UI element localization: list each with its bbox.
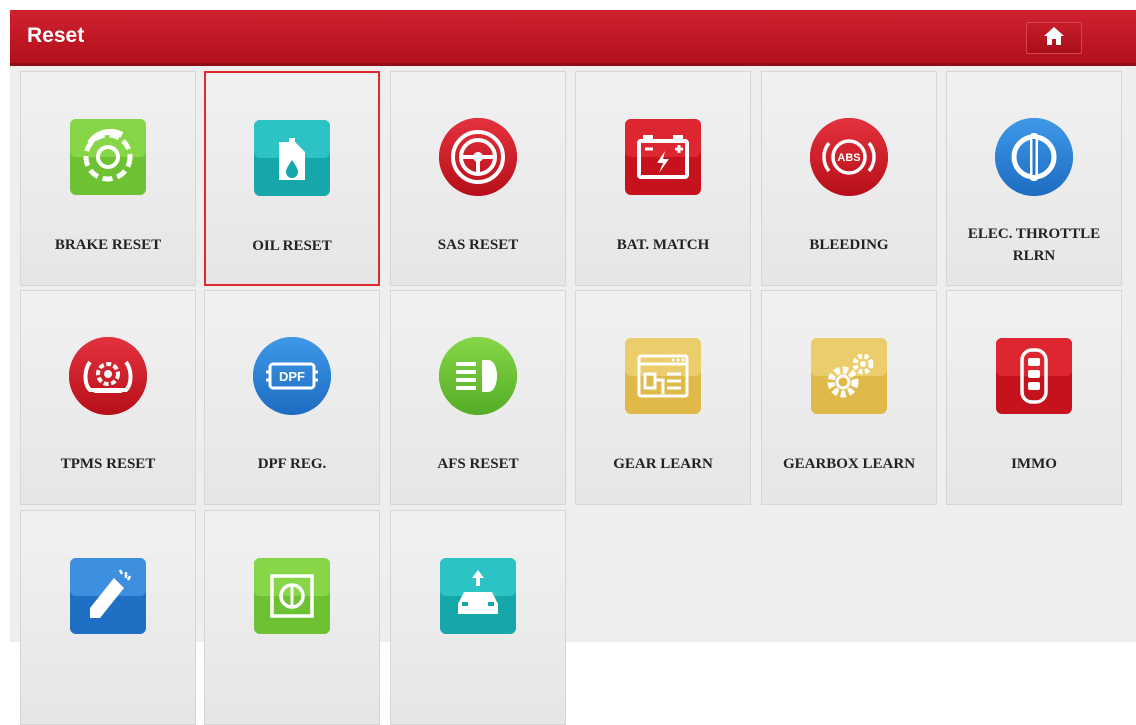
tile-label: BAT. MATCH <box>616 236 710 253</box>
tile-label: ELEC. THROTTLE RLRN <box>967 225 1101 264</box>
svg-text:DPF: DPF <box>279 369 305 384</box>
tile-label: OIL RESET <box>252 237 332 254</box>
tile-immo[interactable]: IMMO <box>946 290 1122 505</box>
throttle-icon <box>994 117 1074 197</box>
tile-sas-reset[interactable]: SAS RESET <box>390 71 566 286</box>
car-key-icon <box>994 336 1074 416</box>
page-title: Reset <box>27 24 85 47</box>
injector-icon <box>68 556 148 636</box>
tile-oil-reset[interactable]: OIL RESET <box>204 71 380 286</box>
headlight-icon <box>438 336 518 416</box>
tile-elec-throttle-rlrn[interactable]: ELEC. THROTTLE RLRN <box>946 71 1122 286</box>
tile-bleeding[interactable]: ABS BLEEDING <box>761 71 937 286</box>
function-grid: BRAKE RESET OIL RESET SAS RESET BAT. MAT… <box>10 66 1136 725</box>
oil-can-icon <box>252 118 332 198</box>
tile-gearbox-learn[interactable]: GEARBOX LEARN <box>761 290 937 505</box>
tile-label: IMMO <box>1011 455 1057 472</box>
tile-label: BRAKE RESET <box>54 236 162 253</box>
steering-wheel-icon <box>438 117 518 197</box>
tile-label: AFS RESET <box>437 455 519 472</box>
tile-tpms-reset[interactable]: TPMS RESET <box>20 290 196 505</box>
tire-pressure-icon <box>68 336 148 416</box>
gears-icon <box>809 336 889 416</box>
gear-window-icon <box>623 336 703 416</box>
tile-label: GEAR LEARN <box>613 455 713 472</box>
home-icon <box>1043 26 1065 51</box>
tile-bat-match[interactable]: BAT. MATCH <box>575 71 751 286</box>
tile-label: GEARBOX LEARN <box>782 455 916 472</box>
tile-brake-reset[interactable]: BRAKE RESET <box>20 71 196 286</box>
tile-label <box>395 656 561 711</box>
tile-suspension[interactable] <box>204 510 380 725</box>
tile-label: TPMS RESET <box>60 455 156 472</box>
home-button[interactable] <box>1026 22 1082 54</box>
svg-text:ABS: ABS <box>837 152 860 164</box>
car-lift-icon <box>438 556 518 636</box>
suspension-icon <box>252 556 332 636</box>
tile-label <box>209 656 375 711</box>
tile-gear-learn[interactable]: GEAR LEARN <box>575 290 751 505</box>
brake-disc-icon <box>68 117 148 197</box>
tile-label: DPF REG. <box>257 455 327 472</box>
header-bar: Reset <box>10 10 1136 66</box>
abs-icon: ABS <box>809 117 889 197</box>
battery-icon <box>623 117 703 197</box>
app-window: Reset BRAKE RESET OIL RESET SAS RESET BA… <box>10 10 1136 725</box>
tile-label: BLEEDING <box>809 236 889 253</box>
dpf-icon: DPF <box>252 336 332 416</box>
tile-afs-reset[interactable]: AFS RESET <box>390 290 566 505</box>
tile-dpf-reg[interactable]: DPF DPF REG. <box>204 290 380 505</box>
tile-label: SAS RESET <box>437 236 519 253</box>
tile-injector[interactable] <box>20 510 196 725</box>
tile-car-lift[interactable] <box>390 510 566 725</box>
tile-label <box>25 656 191 711</box>
